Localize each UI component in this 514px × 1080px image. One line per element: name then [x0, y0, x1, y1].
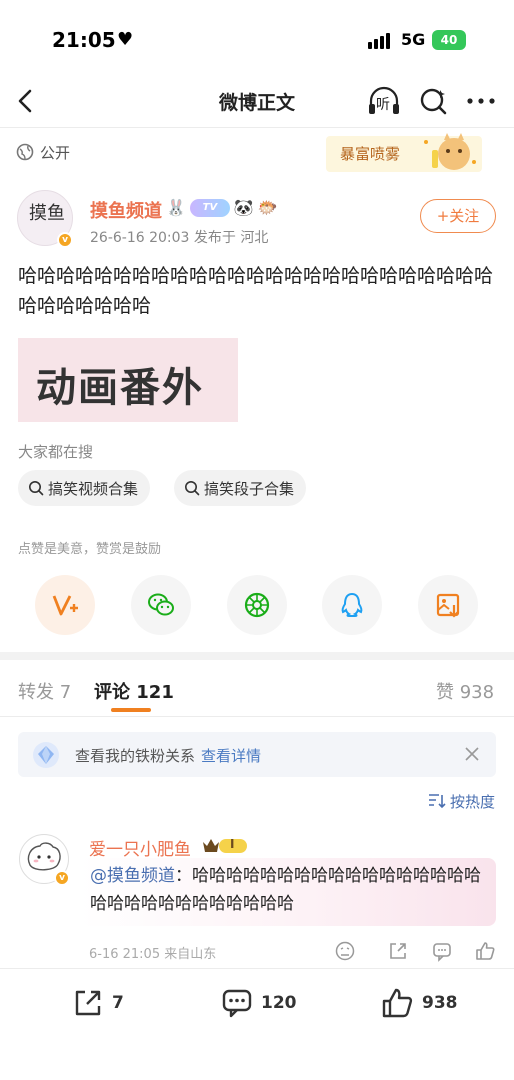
- verified-badge-icon: v: [57, 232, 73, 248]
- tab-comments[interactable]: 评论 121: [94, 678, 174, 704]
- follow-button[interactable]: +关注: [420, 199, 496, 233]
- trending-search-heading: 大家都在搜: [18, 443, 94, 461]
- moments-icon: [244, 592, 270, 618]
- repost-icon: [75, 990, 101, 1016]
- post-image[interactable]: 动画番外: [18, 338, 238, 422]
- search-chip-label: 搞笑段子合集: [204, 479, 295, 498]
- post-meta: 26-6-16 20:03 发布于 河北: [90, 230, 269, 246]
- close-icon[interactable]: [464, 746, 480, 762]
- sort-icon: [429, 794, 446, 809]
- fan-relation-label: 查看我的铁粉关系: [75, 747, 196, 765]
- qq-icon: [341, 592, 363, 617]
- repost-count: 7: [112, 993, 124, 1013]
- like-icon: [382, 988, 413, 1018]
- dislike-emoji-icon[interactable]: [334, 940, 356, 962]
- level-badge-label: I: [230, 837, 235, 851]
- listen-label: 听: [376, 97, 390, 113]
- divider: [0, 127, 514, 128]
- author-name[interactable]: 摸鱼频道: [90, 197, 162, 223]
- comment-icon: [222, 989, 252, 1018]
- visibility-label: 公开: [40, 143, 71, 162]
- search-icon: [185, 481, 200, 496]
- comment-icon[interactable]: [431, 940, 453, 962]
- sort-label: 按热度: [450, 792, 496, 811]
- verified-badge-icon: v: [54, 870, 70, 886]
- search-chip-label: 搞笑视频合集: [48, 479, 139, 498]
- mention-separator: ：: [175, 866, 192, 886]
- reward-icon: [52, 595, 78, 616]
- panda-badge-icon: 🐼: [233, 198, 254, 217]
- save-image-icon: [436, 593, 460, 618]
- status-time: 21:05: [52, 28, 116, 52]
- search-chip[interactable]: 搞笑视频合集: [18, 470, 151, 506]
- wechat-icon: [148, 593, 174, 616]
- fan-relation-text: 查看我的铁粉关系 查看详情: [75, 745, 261, 766]
- search-icon: [29, 481, 44, 496]
- heart-icon: ♥: [117, 29, 134, 50]
- fan-relation-banner[interactable]: 查看我的铁粉关系 查看详情: [18, 732, 496, 777]
- nav-bar: 微博正文 听: [0, 80, 514, 124]
- comment-count: 120: [261, 993, 297, 1013]
- tab-indicator: [111, 708, 151, 712]
- crown-badge-icon: I: [201, 836, 249, 856]
- repost-button[interactable]: 7: [72, 985, 124, 1021]
- signal-icon: [368, 31, 394, 49]
- search-icon[interactable]: [418, 85, 450, 117]
- section-divider: [0, 652, 514, 660]
- avatar-text: 摸鱼: [29, 203, 65, 224]
- sort-button[interactable]: 按热度: [428, 790, 495, 812]
- post-text: 哈哈哈哈哈哈哈哈哈哈哈哈哈哈哈哈哈哈哈哈哈哈哈哈哈哈哈哈哈哈哈哈: [18, 265, 494, 317]
- comment-meta: 6-16 21:05 来自山东: [89, 947, 217, 962]
- decor-text: 暴富喷雾: [340, 145, 401, 163]
- tab-reposts[interactable]: 转发 7: [18, 678, 71, 704]
- search-chip[interactable]: 搞笑段子合集: [174, 470, 307, 506]
- rabbit-badge-icon: 🐰: [166, 198, 186, 217]
- visibility-row: 公开: [16, 141, 70, 163]
- share-wechat-button[interactable]: [131, 575, 191, 635]
- like-count: 938: [422, 993, 458, 1013]
- comment-button[interactable]: 120: [221, 985, 297, 1021]
- mention-link[interactable]: @摸鱼频道: [90, 866, 175, 886]
- comment-text: @摸鱼频道：哈哈哈哈哈哈哈哈哈哈哈哈哈哈哈哈哈哈哈哈哈哈哈哈哈哈哈哈哈: [90, 862, 490, 918]
- tv-badge: TV: [189, 199, 230, 217]
- reward-hint: 点赞是美意，赞赏是鼓励: [18, 542, 162, 557]
- fish-badge-icon: 🐡: [257, 198, 278, 217]
- tab-likes[interactable]: 赞 938: [436, 678, 494, 704]
- battery-icon: 40: [432, 30, 466, 50]
- share-moments-button[interactable]: [227, 575, 287, 635]
- more-icon[interactable]: [464, 86, 498, 116]
- decor-sticker: 暴富喷雾: [326, 132, 482, 176]
- listen-button[interactable]: 听: [366, 84, 402, 118]
- commenter-name[interactable]: 爱一只小肥鱼: [89, 835, 191, 860]
- status-bar: 21:05 ♥ 5G 40: [0, 0, 514, 80]
- like-button[interactable]: 938: [380, 985, 458, 1021]
- bottom-action-bar: 7 120 938: [0, 968, 514, 1080]
- network-label: 5G: [401, 30, 426, 49]
- save-image-button[interactable]: [418, 575, 478, 635]
- reward-button[interactable]: [35, 575, 95, 635]
- globe-icon: [16, 143, 34, 161]
- like-icon[interactable]: [474, 940, 496, 962]
- share-qq-button[interactable]: [322, 575, 382, 635]
- divider: [0, 716, 514, 717]
- post-image-text: 动画番外: [36, 365, 204, 411]
- author-badges: 🐰 TV 🐼 🐡: [166, 197, 278, 219]
- view-details-link[interactable]: 查看详情: [201, 747, 261, 765]
- diamond-icon: [33, 742, 59, 768]
- share-icon[interactable]: [387, 940, 409, 962]
